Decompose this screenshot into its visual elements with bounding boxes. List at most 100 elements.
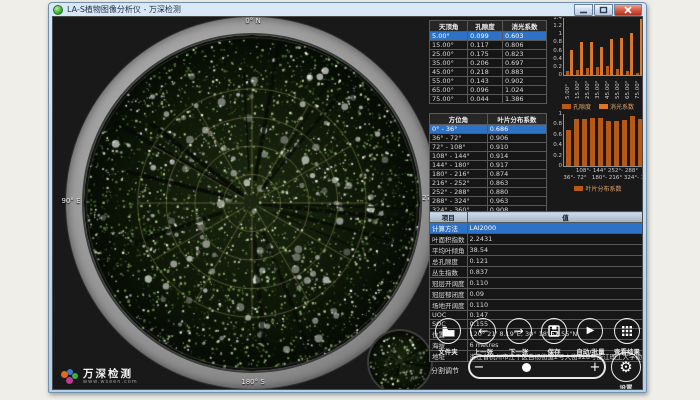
table-row[interactable]: 55.00°0.1430.902: [430, 77, 547, 86]
bar: [570, 50, 573, 75]
column-header: 叶片分布系数: [487, 114, 546, 125]
table-cell: 0.09: [467, 289, 643, 300]
legend-swatch: [562, 104, 571, 109]
table-row[interactable]: 75.00°0.0441.386: [430, 95, 547, 104]
previous-image-button[interactable]: ← 上一张: [470, 318, 496, 356]
grid-icon: [614, 318, 640, 344]
table-row[interactable]: 叶面积指数2.2431: [430, 234, 644, 245]
table-cell: 55.00°: [430, 77, 468, 86]
slider-minus-button[interactable]: −: [470, 360, 488, 375]
table-cell: 0.206: [468, 59, 503, 68]
split-adjust-slider[interactable]: − +: [468, 355, 606, 379]
y-axis-tick: 0: [559, 72, 563, 78]
bar: [600, 47, 603, 75]
bar: [610, 39, 613, 75]
x-axis-tick: 252°- 288°: [608, 168, 638, 174]
compass-south-label: 180° S: [221, 378, 285, 386]
canopy-fisheye-image[interactable]: [84, 35, 420, 371]
bar: [590, 118, 595, 166]
table-row[interactable]: 计算方法LAI2000: [430, 223, 644, 234]
table-row[interactable]: 35.00°0.2060.697: [430, 59, 547, 68]
bar: [636, 73, 639, 75]
table-row[interactable]: 72° - 108°0.910: [430, 143, 547, 152]
table-cell: 180° - 216°: [430, 170, 488, 179]
auto-batch-button[interactable]: ▶ 自动/批量: [576, 318, 604, 356]
toolbar: 文件夹 ← 上一张 → 下一张 保存 ▶ 自动/批量 查看结果: [429, 318, 643, 356]
table-row[interactable]: 288° - 324°0.963: [430, 197, 547, 206]
arrow-right-icon: →: [506, 318, 532, 344]
table-row[interactable]: 108° - 144°0.914: [430, 152, 547, 161]
table-cell: 0.110: [467, 300, 643, 311]
compass-north-label: 0° N: [221, 17, 285, 25]
slider-plus-button[interactable]: +: [586, 360, 604, 375]
x-axis-tick: 75.00°: [635, 77, 641, 99]
table-cell: 0.837: [467, 267, 643, 278]
table-row[interactable]: 5.00°0.0990.603: [430, 32, 547, 41]
table-cell: 72° - 108°: [430, 143, 488, 152]
plot-area: [563, 18, 643, 76]
bar: [566, 130, 571, 166]
legend-swatch: [574, 186, 583, 191]
save-button[interactable]: 保存: [541, 318, 567, 356]
table-row[interactable]: 144° - 180°0.917: [430, 161, 547, 170]
table-cell: 45.00°: [430, 68, 468, 77]
window-controls: [574, 4, 642, 16]
zenith-table[interactable]: 天顶角孔隙度消光系数5.00°0.0990.60315.00°0.1170.80…: [429, 20, 547, 104]
view-results-button[interactable]: 查看结果: [614, 318, 640, 356]
brand-logo: 万深检测 www.wseen.com: [61, 369, 138, 385]
bar: [614, 121, 619, 166]
table-cell: 2.2431: [467, 234, 643, 245]
table-row[interactable]: 0° - 36°0.686: [430, 125, 547, 134]
table-cell: 冠层郁闭度: [430, 289, 468, 300]
table-row[interactable]: 25.00°0.1750.823: [430, 50, 547, 59]
table-cell: 0.218: [468, 68, 503, 77]
settings-button[interactable]: ⚙: [611, 352, 641, 382]
table-cell: 0.110: [467, 278, 643, 289]
bar: [598, 118, 603, 166]
maximize-button[interactable]: [594, 4, 613, 16]
table-row[interactable]: 15.00°0.1170.806: [430, 41, 547, 50]
table-cell: 0.044: [468, 95, 503, 104]
x-axis-tick: 36°- 72°: [563, 175, 586, 181]
y-axis-tick: 1.2: [553, 23, 562, 29]
canopy-thumbnail[interactable]: [369, 331, 431, 390]
table-cell: 216° - 252°: [430, 179, 488, 188]
table-row[interactable]: 冠层郁闭度0.09: [430, 289, 644, 300]
table-cell: 36° - 72°: [430, 134, 488, 143]
y-axis-tick: 0.6: [553, 48, 562, 54]
play-icon: ▶: [577, 318, 603, 344]
table-cell: 0.902: [502, 77, 546, 86]
table-cell: 0.806: [502, 41, 546, 50]
table-cell: 0.823: [502, 50, 546, 59]
bar: [616, 69, 619, 75]
table-row[interactable]: 冠层开阔度0.110: [430, 278, 644, 289]
table-cell: 0.910: [487, 143, 546, 152]
table-cell: 65.00°: [430, 86, 468, 95]
next-image-button[interactable]: → 下一张: [506, 318, 532, 356]
table-row[interactable]: 65.00°0.0961.024: [430, 86, 547, 95]
table-cell: 总孔隙度: [430, 256, 468, 267]
table-row[interactable]: 36° - 72°0.906: [430, 134, 547, 143]
table-row[interactable]: 总孔隙度0.121: [430, 256, 644, 267]
azimuth-table[interactable]: 方位角叶片分布系数0° - 36°0.68636° - 72°0.90672° …: [429, 113, 547, 215]
y-axis-tick: 0: [559, 163, 563, 169]
bar: [582, 119, 587, 166]
chart-legend: 孔隙度消光系数: [550, 102, 643, 111]
table-row[interactable]: 180° - 216°0.874: [430, 170, 547, 179]
y-axis-tick: 1: [559, 111, 563, 117]
table-row[interactable]: 丛生指数0.837: [430, 267, 644, 278]
slider-thumb[interactable]: [522, 363, 531, 372]
table-row[interactable]: 45.00°0.2180.883: [430, 68, 547, 77]
table-row[interactable]: 场地开阔度0.110: [430, 300, 644, 311]
bar: [606, 121, 611, 166]
minimize-button[interactable]: [574, 4, 593, 16]
window-title: LA-S植物图像分析仪 - 万深检测: [67, 4, 181, 15]
x-axis-tick: 35.00°: [595, 77, 601, 99]
table-cell: 0.117: [468, 41, 503, 50]
table-row[interactable]: 252° - 288°0.880: [430, 188, 547, 197]
close-button[interactable]: [614, 4, 642, 16]
plot-area: [563, 114, 643, 167]
table-row[interactable]: 平均叶倾角38.54: [430, 245, 644, 256]
table-row[interactable]: 216° - 252°0.863: [430, 179, 547, 188]
folder-button[interactable]: 文件夹: [435, 318, 461, 356]
